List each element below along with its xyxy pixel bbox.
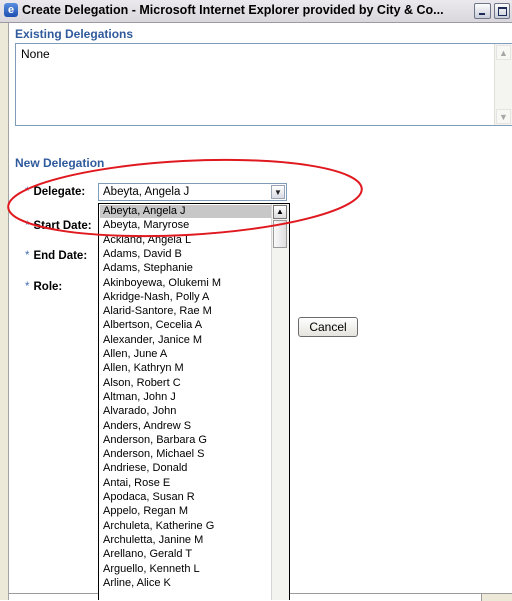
dropdown-option[interactable]: Alvarado, John — [100, 405, 274, 418]
required-asterisk: * — [25, 281, 30, 293]
start-date-label-text: Start Date: — [33, 220, 92, 232]
existing-delegations-scrollbar[interactable]: ▲ ▼ — [494, 44, 512, 125]
dropdown-option[interactable]: Andriese, Donald — [100, 462, 274, 475]
existing-delegations-title: Existing Delegations — [15, 27, 134, 41]
dropdown-option[interactable]: Antai, Rose E — [100, 477, 274, 490]
dropdown-option[interactable]: Archuleta, Katherine G — [100, 520, 274, 533]
dropdown-option[interactable]: Arguello, Kenneth L — [100, 563, 274, 576]
dropdown-option[interactable]: Appelo, Regan M — [100, 505, 274, 518]
dropdown-option[interactable]: Ackland, Angela L — [100, 234, 274, 247]
maximize-button[interactable] — [494, 3, 510, 19]
end-date-label-text: End Date: — [33, 250, 88, 262]
role-label: * Role: — [25, 281, 62, 293]
dropdown-option[interactable]: Adams, Stephanie — [100, 262, 274, 275]
dropdown-option[interactable]: Albertson, Cecelia A — [100, 319, 274, 332]
new-delegation-title: New Delegation — [15, 156, 105, 170]
scroll-up-icon[interactable]: ▲ — [273, 205, 287, 219]
dropdown-option[interactable]: Allen, Kathryn M — [100, 362, 274, 375]
dropdown-option[interactable]: Arline, Alice K — [100, 577, 274, 590]
dropdown-option[interactable]: Anderson, Barbara G — [100, 434, 274, 447]
chevron-down-icon[interactable]: ▼ — [271, 185, 285, 199]
cancel-button[interactable]: Cancel — [298, 317, 358, 337]
dropdown-option[interactable]: Arellano, Gerald T — [100, 548, 274, 561]
delegate-select[interactable]: Abeyta, Angela J ▼ — [98, 183, 287, 201]
delegate-select-value: Abeyta, Angela J — [103, 186, 190, 198]
end-date-label: * End Date: — [25, 250, 87, 262]
dropdown-option[interactable]: Apodaca, Susan R — [100, 491, 274, 504]
dropdown-option[interactable]: Altman, John J — [100, 391, 274, 404]
dropdown-option[interactable]: Alson, Robert C — [100, 377, 274, 390]
title-bar: e Create Delegation - Microsoft Internet… — [0, 0, 512, 23]
window-title: Create Delegation - Microsoft Internet E… — [22, 3, 444, 17]
dropdown-option[interactable]: Akridge-Nash, Polly A — [100, 291, 274, 304]
dropdown-option[interactable]: Alexander, Janice M — [100, 334, 274, 347]
delegate-label: * Delegate: — [25, 186, 85, 198]
dropdown-option[interactable]: Abeyta, Maryrose — [100, 219, 274, 232]
scroll-down-icon[interactable]: ▼ — [496, 109, 511, 124]
existing-delegations-box[interactable]: None ▲ ▼ — [15, 43, 512, 126]
dropdown-option[interactable]: Anderson, Michael S — [100, 448, 274, 461]
dropdown-option[interactable]: Archuletta, Janine M — [100, 534, 274, 547]
dropdown-option[interactable]: Allen, June A — [100, 348, 274, 361]
dropdown-option[interactable]: Akinboyewa, Olukemi M — [100, 277, 274, 290]
scroll-thumb[interactable] — [273, 220, 287, 248]
internet-explorer-icon: e — [4, 3, 18, 17]
dropdown-option[interactable]: Adams, David B — [100, 248, 274, 261]
existing-delegations-value: None — [21, 47, 50, 61]
scroll-up-icon[interactable]: ▲ — [496, 45, 511, 60]
start-date-label: * Start Date: — [25, 220, 92, 232]
dropdown-option[interactable]: Abeyta, Angela J — [100, 205, 274, 218]
dropdown-scrollbar[interactable]: ▲ — [271, 204, 289, 600]
required-asterisk: * — [25, 186, 30, 198]
window-frame-left — [0, 23, 9, 600]
delegate-dropdown-list[interactable]: Abeyta, Angela J Abeyta, Maryrose Ackland,… — [98, 203, 290, 600]
required-asterisk: * — [25, 220, 30, 232]
dropdown-option[interactable]: Anders, Andrew S — [100, 420, 274, 433]
required-asterisk: * — [25, 250, 30, 262]
delegate-label-text: Delegate: — [33, 186, 86, 198]
minimize-button[interactable] — [474, 3, 491, 19]
role-label-text: Role: — [33, 281, 63, 293]
dropdown-option[interactable]: Alarid-Santore, Rae M — [100, 305, 274, 318]
